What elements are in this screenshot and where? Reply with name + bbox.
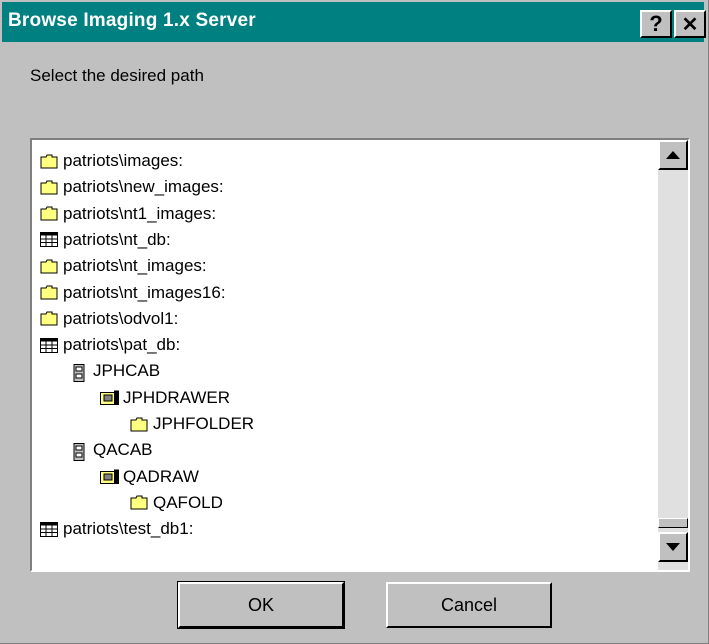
scroll-up-button[interactable] xyxy=(658,140,688,170)
tree-item-label: patriots\images: xyxy=(63,151,183,170)
cabinet-icon xyxy=(70,363,88,382)
folder-icon xyxy=(130,417,148,432)
database-icon xyxy=(40,337,58,353)
tree-item[interactable]: patriots\pat_db: xyxy=(40,332,180,358)
tree-item-label: patriots\odvol1: xyxy=(63,308,179,328)
cabinet-icon xyxy=(70,442,88,461)
tree-item[interactable]: JPHCAB xyxy=(70,358,160,384)
scroll-thumb[interactable] xyxy=(658,518,688,528)
ok-button[interactable]: OK xyxy=(177,581,345,629)
folder-icon xyxy=(40,206,58,221)
tree-item-label: patriots\nt_images16: xyxy=(63,282,226,302)
tree-item[interactable]: QAFOLD xyxy=(130,490,223,516)
folder-icon xyxy=(40,285,58,300)
tree-item[interactable]: patriots\nt1_images: xyxy=(40,201,216,227)
close-icon: ✕ xyxy=(681,13,699,36)
folder-icon xyxy=(40,180,58,195)
tree-item-label: JPHCAB xyxy=(93,361,161,381)
tree-item[interactable]: patriots\nt_db: xyxy=(40,227,171,253)
tree-item-label: patriots\nt1_images: xyxy=(63,203,217,223)
tree-item[interactable]: QACAB xyxy=(70,437,153,463)
tree-item[interactable]: JPHFOLDER xyxy=(130,411,254,437)
tree-item[interactable]: patriots\nt_images: xyxy=(40,253,207,279)
folder-icon xyxy=(40,311,58,326)
prompt-label: Select the desired path xyxy=(30,66,204,85)
folder-icon xyxy=(40,259,58,274)
tree-item-label: QACAB xyxy=(93,440,153,460)
tree-item[interactable]: QADRAW xyxy=(100,464,199,490)
help-icon: ? xyxy=(649,11,663,36)
tree-item[interactable]: patriots\nt_images16: xyxy=(40,280,226,306)
tree-item[interactable]: patriots\odvol1: xyxy=(40,306,178,332)
tree-item-label: patriots\test_db1: xyxy=(63,519,194,539)
tree-item-label: patriots\nt_db: xyxy=(63,229,171,249)
arrow-down-icon xyxy=(666,543,680,551)
tree-item[interactable]: patriots\new_images: xyxy=(40,174,224,200)
title-bar[interactable]: Browse Imaging 1.x Server ? ✕ xyxy=(2,2,706,42)
tree-item-label: QADRAW xyxy=(123,466,199,486)
database-icon xyxy=(40,521,58,537)
drawer-icon xyxy=(100,390,119,406)
tree-item[interactable]: patriots\test_db1: xyxy=(40,516,193,542)
vertical-scrollbar[interactable] xyxy=(658,140,688,570)
arrow-up-icon xyxy=(666,151,680,159)
tree-item[interactable]: patriots\images: xyxy=(40,148,183,174)
folder-icon xyxy=(130,495,148,510)
tree-item-label: patriots\new_images: xyxy=(63,177,224,197)
close-button[interactable]: ✕ xyxy=(674,10,706,38)
path-tree[interactable]: patriots\images: patriots\new_images:patr… xyxy=(30,138,690,572)
tree-item-label: patriots\pat_db: xyxy=(63,335,181,355)
help-button[interactable]: ? xyxy=(640,10,672,38)
tree-item-label: JPHFOLDER xyxy=(153,414,255,433)
dialog-title: Browse Imaging 1.x Server xyxy=(8,10,256,31)
cancel-button[interactable]: Cancel xyxy=(386,582,552,628)
folder-icon xyxy=(40,154,58,169)
tree-item-label: patriots\nt_images: xyxy=(63,256,207,276)
drawer-icon xyxy=(100,469,119,485)
tree-item[interactable]: JPHDRAWER xyxy=(100,385,230,411)
tree-items: patriots\images: patriots\new_images:patr… xyxy=(32,140,656,570)
cancel-label: Cancel xyxy=(440,594,498,615)
browse-dialog: Browse Imaging 1.x Server ? ✕ Select the… xyxy=(0,0,709,644)
database-icon xyxy=(40,232,58,248)
scroll-down-button[interactable] xyxy=(658,532,688,562)
ok-label: OK xyxy=(247,594,274,615)
tree-item-label: QAFOLD xyxy=(153,492,223,512)
tree-item-label: JPHDRAWER xyxy=(123,387,231,407)
